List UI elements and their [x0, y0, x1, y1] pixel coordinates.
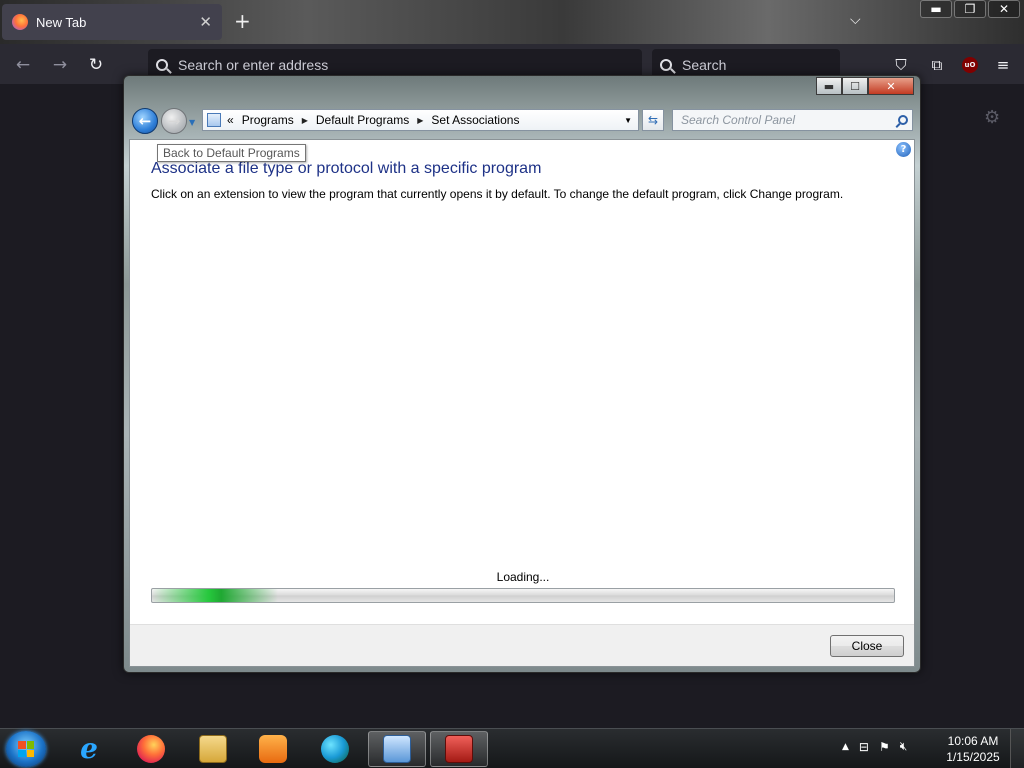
- firefox-icon: [12, 14, 28, 30]
- close-button[interactable]: Close: [830, 635, 904, 657]
- cp-maximize-button[interactable]: ☐: [842, 77, 868, 95]
- clock[interactable]: 10:06 AM 1/15/2025: [940, 733, 1006, 765]
- taskbar-internet-explorer[interactable]: e: [60, 731, 118, 767]
- control-panel-icon: [383, 735, 411, 763]
- action-center-icon[interactable]: ⚑: [879, 740, 890, 754]
- tab-new-tab[interactable]: New Tab ✕: [2, 4, 222, 40]
- new-tab-button[interactable]: +: [234, 10, 251, 32]
- folder-icon: [199, 735, 227, 763]
- system-tray: ▲ ⊟ ⚑ 🔇︎: [842, 739, 907, 754]
- taskbar-firefox[interactable]: [122, 731, 180, 767]
- internet-explorer-icon: e: [80, 732, 98, 765]
- search-icon[interactable]: [898, 115, 908, 125]
- cp-content-area: ? Associate a file type or protocol with…: [129, 139, 915, 667]
- cp-window-controls: ▬ ☐ ✕: [816, 77, 914, 95]
- extensions-icon[interactable]: ⧉: [926, 54, 948, 76]
- volume-muted-icon[interactable]: 🔇︎: [900, 739, 908, 754]
- search-placeholder: Search: [682, 57, 727, 73]
- recent-pages-dropdown[interactable]: ▼: [189, 118, 195, 127]
- cp-forward-button[interactable]: →: [161, 108, 187, 134]
- browser-minimize-button[interactable]: ▬: [920, 0, 952, 18]
- taskbar-windows-explorer[interactable]: [184, 731, 242, 767]
- tab-title: New Tab: [36, 14, 87, 30]
- taskbar-media-player[interactable]: [244, 731, 302, 767]
- page-description: Click on an extension to view the progra…: [151, 187, 844, 201]
- taskbar-control-panel[interactable]: [368, 731, 426, 767]
- breadcrumb-programs[interactable]: Programs: [242, 113, 294, 127]
- clock-date: 1/15/2025: [946, 750, 1000, 764]
- back-tooltip: Back to Default Programs: [157, 144, 306, 162]
- address-placeholder: Search or enter address: [178, 57, 329, 73]
- gear-icon[interactable]: ⚙: [984, 107, 1000, 128]
- breadcrumb-set-associations[interactable]: Set Associations: [431, 113, 519, 127]
- cp-search-placeholder: Search Control Panel: [681, 113, 796, 127]
- help-icon[interactable]: ?: [896, 142, 911, 157]
- cp-back-button[interactable]: ←: [132, 108, 158, 134]
- taskbar-toolbox[interactable]: [430, 731, 488, 767]
- show-desktop-button[interactable]: [1010, 729, 1024, 768]
- control-panel-window: ▬ ☐ ✕ ← → ▼ « Programs ▶ Default Program…: [123, 75, 921, 673]
- cp-search-input[interactable]: Search Control Panel: [672, 109, 913, 131]
- clock-time: 10:06 AM: [947, 734, 999, 748]
- list-all-tabs-button[interactable]: ⌵: [850, 12, 861, 28]
- forward-button[interactable]: →: [49, 54, 71, 76]
- search-icon: [156, 59, 168, 71]
- cp-minimize-button[interactable]: ▬: [816, 77, 842, 95]
- start-button[interactable]: [6, 731, 46, 767]
- cp-refresh-button[interactable]: ⇆: [642, 109, 664, 131]
- breadcrumb-separator-icon[interactable]: ▶: [302, 116, 308, 125]
- taskbar: e ▲ ⊟ ⚑ 🔇︎ 10:06 AM 1/15/2025: [0, 728, 1024, 768]
- cp-footer: Close: [130, 624, 914, 666]
- page-title: Associate a file type or protocol with a…: [151, 160, 542, 177]
- media-player-icon: [259, 735, 287, 763]
- cp-close-window-button[interactable]: ✕: [868, 77, 914, 95]
- browser-tab-strip: New Tab ✕ + ⌵ ▬ ❐ ✕: [0, 0, 1024, 44]
- control-panel-icon: [207, 113, 221, 127]
- breadcrumb-overflow[interactable]: «: [227, 113, 234, 127]
- firefox-icon: [137, 735, 165, 763]
- edge-icon: [321, 735, 349, 763]
- tab-close-icon[interactable]: ✕: [199, 13, 212, 31]
- toolbar-buttons: ⛉ ⧉ uO ≡: [890, 54, 1014, 76]
- search-icon: [660, 59, 672, 71]
- show-hidden-icons[interactable]: ▲: [842, 742, 849, 752]
- cp-address-bar[interactable]: « Programs ▶ Default Programs ▶ Set Asso…: [202, 109, 639, 131]
- ublock-icon[interactable]: uO: [962, 57, 978, 73]
- reload-button[interactable]: ↻: [85, 54, 107, 76]
- back-button[interactable]: ←: [12, 54, 34, 76]
- windows-logo-icon: [18, 741, 34, 757]
- browser-window-controls: ▬ ❐ ✕: [920, 0, 1020, 18]
- progress-pulse: [152, 589, 279, 602]
- loading-text: Loading...: [496, 570, 550, 584]
- taskbar-edge[interactable]: [306, 731, 364, 767]
- toolbox-icon: [445, 735, 473, 763]
- loading-progress-bar: [151, 588, 895, 603]
- menu-icon[interactable]: ≡: [992, 54, 1014, 76]
- address-dropdown-icon[interactable]: ▼: [624, 116, 632, 125]
- browser-restore-button[interactable]: ❐: [954, 0, 986, 18]
- pocket-icon[interactable]: ⛉: [890, 54, 912, 76]
- network-icon[interactable]: ⊟: [859, 740, 869, 754]
- browser-close-button[interactable]: ✕: [988, 0, 1020, 18]
- breadcrumb-separator-icon[interactable]: ▶: [417, 116, 423, 125]
- breadcrumb-default-programs[interactable]: Default Programs: [316, 113, 409, 127]
